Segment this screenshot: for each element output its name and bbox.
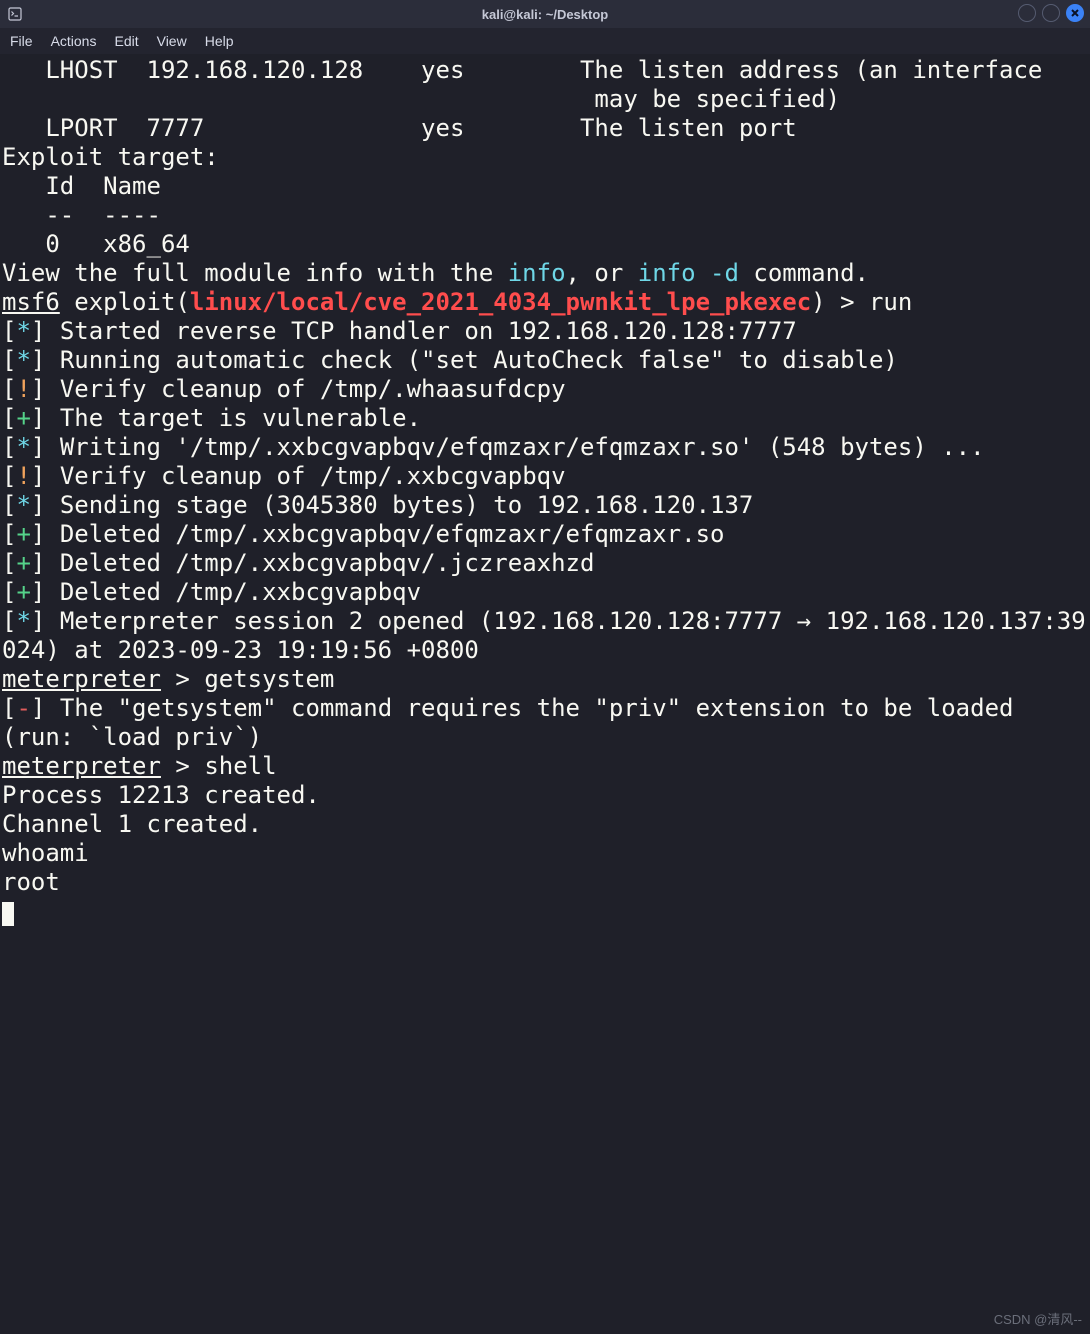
info-cmd: info xyxy=(508,259,566,287)
shell-cmd: shell xyxy=(204,752,276,780)
status-tag-plus: [+] xyxy=(2,578,60,606)
menu-file[interactable]: File xyxy=(10,33,33,49)
menu-help[interactable]: Help xyxy=(205,33,234,49)
msf6-prompt: msf6 xyxy=(2,288,60,316)
titlebar[interactable]: kali@kali: ~/Desktop xyxy=(0,0,1090,28)
cursor xyxy=(2,902,14,926)
window-controls xyxy=(1018,4,1084,22)
status-tag-bang: [!] xyxy=(2,462,60,490)
minimize-button[interactable] xyxy=(1018,4,1036,22)
exploit-path: linux/local/cve_2021_4034_pwnkit_lpe_pke… xyxy=(190,288,811,316)
status-tag-star: [*] xyxy=(2,346,60,374)
meterpreter-prompt: meterpreter xyxy=(2,665,161,693)
maximize-button[interactable] xyxy=(1042,4,1060,22)
getsystem-cmd: getsystem xyxy=(204,665,334,693)
status-tag-bang: [!] xyxy=(2,375,60,403)
run-cmd: run xyxy=(869,288,912,316)
status-tag-star: [*] xyxy=(2,317,60,345)
watermark: CSDN @清风-- xyxy=(994,1309,1082,1328)
status-tag-star: [*] xyxy=(2,433,60,461)
menubar: File Actions Edit View Help xyxy=(0,28,1090,54)
status-tag-minus: [-] xyxy=(2,694,60,722)
info-d-cmd: info -d xyxy=(638,259,739,287)
meterpreter-prompt: meterpreter xyxy=(2,752,161,780)
status-tag-plus: [+] xyxy=(2,549,60,577)
window-title: kali@kali: ~/Desktop xyxy=(0,7,1090,22)
menu-actions[interactable]: Actions xyxy=(51,33,97,49)
menu-edit[interactable]: Edit xyxy=(114,33,138,49)
status-tag-star: [*] xyxy=(2,607,60,635)
terminal-window: kali@kali: ~/Desktop File Actions Edit V… xyxy=(0,0,1090,1334)
status-tag-star: [*] xyxy=(2,491,60,519)
status-tag-plus: [+] xyxy=(2,520,60,548)
close-button[interactable] xyxy=(1066,4,1084,22)
terminal-output[interactable]: LHOST 192.168.120.128 yes The listen add… xyxy=(0,54,1090,1334)
status-tag-plus: [+] xyxy=(2,404,60,432)
menu-view[interactable]: View xyxy=(157,33,187,49)
